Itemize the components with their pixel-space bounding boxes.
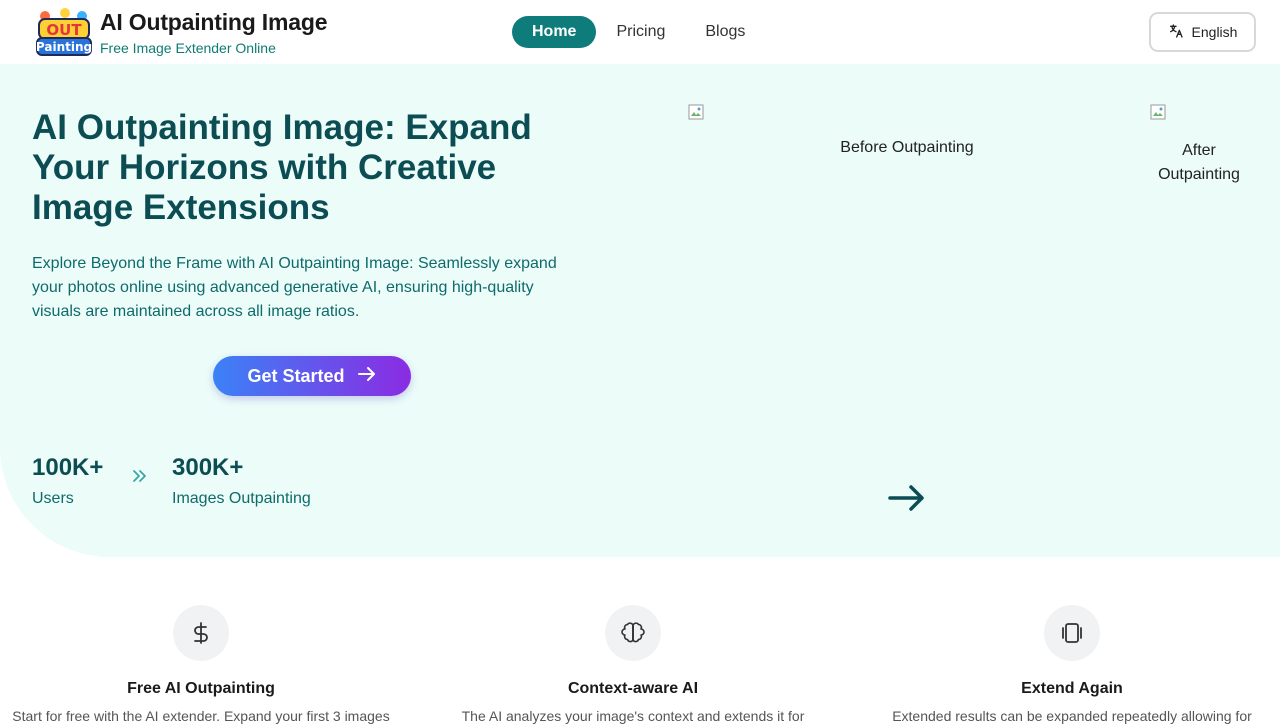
arrow-right-icon (357, 366, 377, 387)
brand-title: AI Outpainting Image (100, 9, 328, 35)
after-caption: After Outpainting (1150, 139, 1248, 187)
brand-subtitle: Free Image Extender Online (100, 40, 276, 56)
brain-icon (605, 605, 661, 661)
before-image-icon (688, 104, 704, 120)
stat-images-value: 300K+ (172, 454, 244, 481)
after-image-icon (1150, 104, 1166, 120)
svg-text:Painting: Painting (36, 40, 92, 54)
after-caption-line1: After (1182, 142, 1216, 159)
hero-title: AI Outpainting Image: Expand Your Horizo… (32, 108, 532, 227)
frame-icon (1044, 605, 1100, 661)
feature-desc: The AI analyzes your image's context and… (461, 708, 805, 724)
nav-pricing[interactable]: Pricing (596, 16, 685, 48)
feature-desc: Extended results can be expanded repeate… (892, 708, 1252, 724)
before-caption: Before Outpainting (840, 139, 974, 156)
feature-desc: Start for free with the AI extender. Exp… (12, 708, 390, 724)
site-header: OUT Painting AI Outpainting Image Free I… (0, 0, 1280, 64)
stat-users-value: 100K+ (32, 454, 104, 481)
double-chevron-icon (131, 468, 149, 489)
stat-images-label: Images Outpainting (172, 490, 311, 507)
feature-title: Extend Again (1021, 680, 1123, 697)
svg-text:OUT: OUT (46, 21, 82, 39)
hero-description: Explore Beyond the Frame with AI Outpain… (32, 255, 557, 320)
translate-icon (1168, 23, 1184, 42)
feature-title: Context-aware AI (567, 680, 699, 697)
get-started-button[interactable]: Get Started (213, 356, 411, 396)
after-caption-line2: Outpainting (1158, 166, 1240, 183)
hero-section: AI Outpainting Image: Expand Your Horizo… (0, 64, 1280, 557)
nav-home[interactable]: Home (512, 16, 597, 48)
feature-title: Free AI Outpainting (127, 680, 275, 697)
dollar-icon (173, 605, 229, 661)
main-nav: Home Pricing Blogs (512, 16, 765, 48)
language-label: English (1191, 24, 1238, 40)
nav-blogs[interactable]: Blogs (685, 16, 765, 48)
arrow-right-icon (886, 482, 928, 519)
stat-users-label: Users (32, 490, 74, 507)
cta-label: Get Started (247, 365, 345, 386)
logo[interactable]: OUT Painting (35, 7, 93, 57)
language-button[interactable]: English (1149, 12, 1256, 52)
